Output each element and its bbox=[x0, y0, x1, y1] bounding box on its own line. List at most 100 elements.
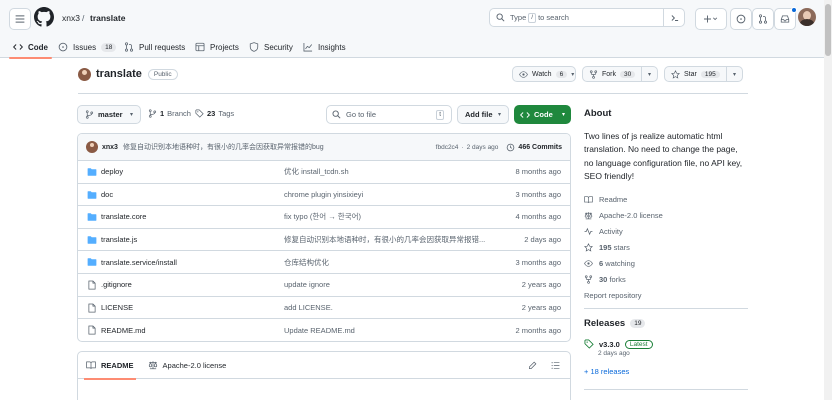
stars-link[interactable]: 195 stars bbox=[584, 240, 748, 256]
file-commit-message[interactable]: add LICENSE. bbox=[284, 303, 494, 312]
file-commit-message[interactable]: chrome plugin yinsixieyi bbox=[284, 190, 494, 199]
breadcrumb-owner[interactable]: xnx3 bbox=[62, 13, 80, 23]
user-avatar[interactable] bbox=[798, 8, 816, 26]
tab-issues[interactable]: Issues 18 bbox=[58, 36, 117, 58]
file-commit-message[interactable]: Update README.md bbox=[284, 326, 494, 335]
menu-button[interactable] bbox=[9, 8, 31, 30]
pull-requests-button[interactable] bbox=[752, 8, 774, 30]
code-button[interactable]: Code ▾ bbox=[514, 105, 571, 124]
tab-insights[interactable]: Insights bbox=[303, 36, 346, 58]
forks-link[interactable]: 30 forks bbox=[584, 272, 748, 288]
file-name[interactable]: translate.js bbox=[101, 235, 137, 244]
commit-hash[interactable]: fbdc2c4 bbox=[436, 144, 459, 151]
file-row[interactable]: translate.service/install 仓库结构优化 3 months … bbox=[78, 251, 570, 274]
file-name[interactable]: translate.core bbox=[101, 212, 146, 221]
file-row[interactable]: translate.core fix typo (한어 → 한국어) 4 month… bbox=[78, 206, 570, 229]
code-icon bbox=[520, 111, 530, 118]
watching-link[interactable]: 6 watching bbox=[584, 256, 748, 272]
file-commit-message[interactable]: 优化 install_tcdn.sh bbox=[284, 166, 494, 177]
chevron-down-icon: ▾ bbox=[571, 71, 575, 78]
file-row[interactable]: .gitignore update ignore 2 years ago bbox=[78, 274, 570, 297]
latest-badge: Latest bbox=[624, 339, 653, 349]
tab-security[interactable]: Security bbox=[249, 36, 293, 58]
file-commit-message[interactable]: fix typo (한어 → 한국어) bbox=[284, 211, 494, 222]
list-unordered-icon[interactable] bbox=[551, 361, 560, 370]
command-palette-button[interactable] bbox=[663, 8, 685, 27]
chevron-down-icon: ▾ bbox=[732, 71, 736, 78]
tab-license[interactable]: Apache-2.0 license bbox=[148, 352, 226, 379]
tab-label: Security bbox=[264, 42, 293, 52]
tab-pull-requests[interactable]: Pull requests bbox=[124, 36, 185, 58]
history-icon bbox=[507, 143, 515, 151]
star-button[interactable]: Star 195 bbox=[665, 67, 726, 81]
inbox-button[interactable] bbox=[774, 7, 797, 30]
releases-title[interactable]: Releases bbox=[584, 318, 625, 329]
tags-link[interactable]: 23 Tags bbox=[195, 109, 234, 118]
repo-name[interactable]: translate bbox=[96, 68, 142, 80]
scrollbar-track[interactable] bbox=[824, 0, 832, 400]
tab-readme[interactable]: README bbox=[84, 352, 136, 380]
file-row[interactable]: deploy 优化 install_tcdn.sh 8 months ago bbox=[78, 161, 570, 184]
star-dropdown[interactable]: ▾ bbox=[727, 67, 742, 81]
breadcrumb-repo[interactable]: translate bbox=[90, 13, 125, 23]
branches-link[interactable]: 1 Branch bbox=[148, 109, 191, 118]
file-age: 2 days ago bbox=[524, 235, 561, 245]
report-repository-link[interactable]: Report repository bbox=[584, 288, 748, 304]
tab-label: Pull requests bbox=[139, 42, 186, 52]
file-name[interactable]: doc bbox=[101, 190, 113, 199]
file-row[interactable]: README.md Update README.md 2 months ago bbox=[78, 319, 570, 341]
activity-link[interactable]: Activity bbox=[584, 224, 748, 240]
scrollbar-thumb[interactable] bbox=[825, 4, 831, 56]
readme-link[interactable]: Readme bbox=[584, 192, 748, 208]
create-new-button[interactable] bbox=[695, 8, 727, 30]
about-description: Two lines of js realize automatic html t… bbox=[584, 131, 743, 182]
file-name[interactable]: README.md bbox=[101, 326, 146, 335]
issues-count-badge: 18 bbox=[101, 42, 117, 52]
commit-author-avatar[interactable] bbox=[86, 141, 98, 153]
owner-avatar[interactable] bbox=[78, 67, 91, 81]
branch-selector[interactable]: master ▾ bbox=[77, 105, 141, 124]
pencil-icon[interactable] bbox=[528, 361, 537, 370]
eye-icon bbox=[584, 260, 593, 267]
tab-label: Projects bbox=[210, 42, 239, 52]
search-input[interactable]: Type / to search bbox=[489, 8, 685, 27]
file-row[interactable]: doc chrome plugin yinsixieyi 3 months ago bbox=[78, 184, 570, 207]
watch-count: 6 bbox=[555, 70, 568, 78]
license-link[interactable]: Apache-2.0 license bbox=[584, 208, 748, 224]
file-name[interactable]: deploy bbox=[101, 167, 123, 176]
repo-title: translate Public bbox=[78, 66, 178, 82]
repo-forked-icon bbox=[584, 275, 593, 284]
tab-projects[interactable]: Projects bbox=[195, 36, 239, 58]
commits-link[interactable]: 466 Commits bbox=[506, 143, 562, 152]
file-icon bbox=[88, 303, 96, 312]
commit-message[interactable]: 修复自动识别本地语种时，有很小的几率会因获取异常报错的bug bbox=[123, 142, 324, 152]
file-commit-message[interactable]: 修复自动识别本地语种时，有很小的几率会因获取异常报错... bbox=[284, 234, 494, 245]
releases-count: 19 bbox=[630, 319, 646, 328]
releases-section: Releases 19 v3.3.0 Latest 2 days ago + 1… bbox=[584, 318, 748, 376]
file-commit-message[interactable]: update ignore bbox=[284, 280, 494, 289]
code-button-label: Code bbox=[534, 110, 553, 119]
forks-count: 30 bbox=[599, 275, 608, 285]
add-file-button[interactable]: Add file ▾ bbox=[457, 105, 509, 124]
github-logo-icon[interactable] bbox=[34, 7, 54, 27]
fork-button[interactable]: Fork 30 bbox=[583, 67, 641, 81]
more-releases-link[interactable]: + 18 releases bbox=[584, 367, 748, 376]
tab-code[interactable]: Code bbox=[9, 36, 52, 59]
go-to-file-input[interactable]: Go to file t bbox=[326, 105, 452, 124]
file-row[interactable]: translate.js 修复自动识别本地语种时，有很小的几率会因获取异常报错..… bbox=[78, 229, 570, 252]
go-to-file-placeholder: Go to file bbox=[346, 110, 377, 119]
file-name[interactable]: translate.service/install bbox=[101, 258, 177, 267]
release-version[interactable]: v3.3.0 bbox=[599, 340, 620, 349]
commit-time: 2 days ago bbox=[466, 143, 499, 151]
fork-dropdown[interactable]: ▾ bbox=[642, 67, 657, 81]
fork-count: 30 bbox=[620, 70, 636, 78]
file-name[interactable]: .gitignore bbox=[101, 280, 132, 289]
issues-button[interactable] bbox=[730, 8, 752, 30]
file-commit-message[interactable]: 仓库结构优化 bbox=[284, 257, 494, 268]
commit-author[interactable]: xnx3 bbox=[102, 144, 118, 151]
plus-icon bbox=[704, 15, 718, 23]
file-row[interactable]: LICENSE add LICENSE. 2 years ago bbox=[78, 297, 570, 320]
watch-button[interactable]: Watch 6 ▾ bbox=[512, 66, 576, 82]
file-name[interactable]: LICENSE bbox=[101, 303, 133, 312]
branch-name: master bbox=[98, 110, 123, 119]
